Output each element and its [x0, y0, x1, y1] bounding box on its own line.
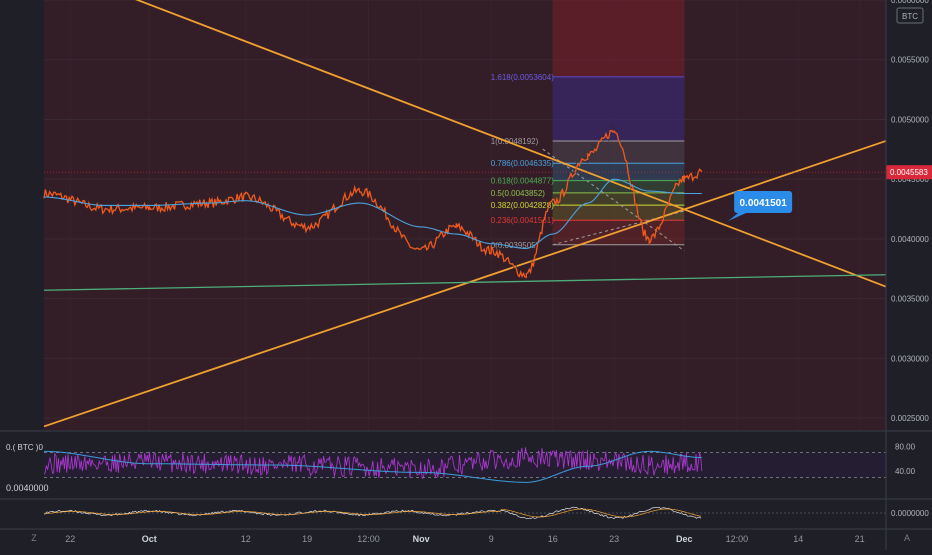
callout-label: 0.0041501	[739, 198, 787, 209]
price-tick-label: 0.0035000	[891, 295, 929, 304]
currency-badge-label: BTC	[902, 12, 918, 21]
fib-level-label: 0.5(0.0043852)	[491, 189, 546, 198]
fib-band	[552, 192, 685, 206]
time-tick-label: 21	[855, 534, 865, 544]
last-price-label: 0.0045583	[890, 168, 928, 177]
price-tick-label: 0.0030000	[891, 354, 929, 363]
main-pane-background	[44, 0, 886, 430]
rsi-pane-value: 0.0040000	[6, 483, 49, 493]
time-tick-label: 9	[489, 534, 494, 544]
fib-level-label: 0(0.0039505)	[491, 241, 539, 250]
macd-tick-label: 0.0000000	[891, 509, 929, 518]
fib-band	[552, 180, 685, 193]
time-tick-label: Nov	[413, 534, 430, 544]
time-tick-label: Oct	[142, 534, 157, 544]
zoom-right-button[interactable]: A	[904, 533, 910, 543]
fib-extension-zone	[552, 0, 685, 77]
time-tick-label: 23	[609, 534, 619, 544]
fib-band	[552, 141, 685, 164]
chart-window: 1.618(0.0053604) 1(0.0048192) 0.786(0.0046…	[0, 0, 932, 550]
time-tick-label: 12:00	[726, 534, 749, 544]
price-tick-label: 0.0025000	[891, 414, 929, 423]
rsi-tick-label: 40.00	[895, 467, 916, 476]
rsi-pane-label: 0.( BTC )0	[6, 443, 43, 452]
fib-level-label: 1.618(0.0053604)	[491, 73, 555, 82]
fib-level-label: 0.618(0.0044877)	[491, 177, 555, 186]
time-tick-label: 12:00	[357, 534, 380, 544]
time-tick-label: 22	[65, 534, 75, 544]
price-tick-label: 0.0050000	[891, 115, 929, 124]
price-tick-label: 0.0060000	[891, 0, 929, 5]
price-tick-label: 0.0055000	[891, 56, 929, 65]
trading-chart: 1.618(0.0053604)1(0.0048192)0.786(0.0046…	[0, 0, 932, 550]
fib-level-label: 0.382(0.0042828)	[491, 201, 555, 210]
time-tick-label: 19	[302, 534, 312, 544]
price-tick-label: 0.0040000	[891, 235, 929, 244]
time-tick-label: 16	[548, 534, 558, 544]
zoom-left-button[interactable]: Z	[31, 533, 37, 543]
time-tick-label: 14	[793, 534, 803, 544]
time-tick-label: Dec	[676, 534, 693, 544]
fib-level-label: 0.786(0.0046335)	[491, 159, 555, 168]
fib-extension-zone	[552, 76, 685, 142]
rsi-tick-label: 80.00	[895, 442, 916, 451]
time-tick-label: 12	[241, 534, 251, 544]
